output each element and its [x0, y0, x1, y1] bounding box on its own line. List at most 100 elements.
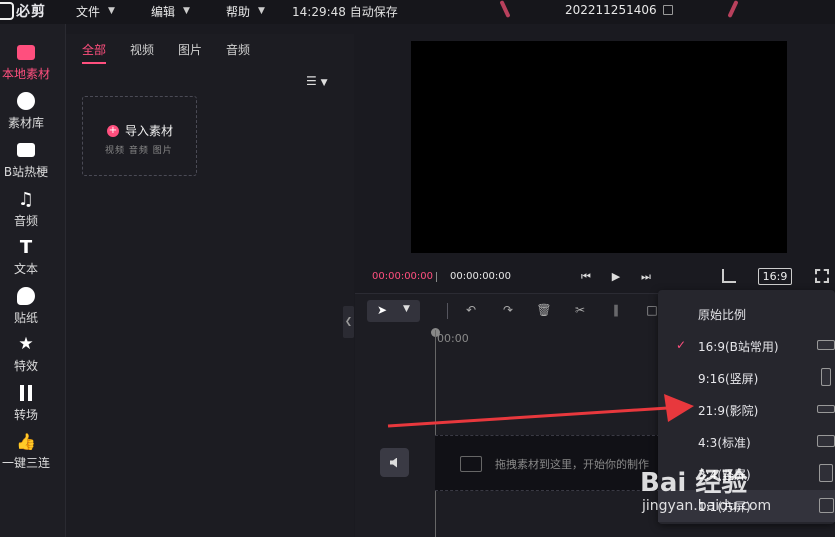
sidebar-item-local-media[interactable]: 本地素材: [0, 42, 52, 82]
sidebar-item-audio[interactable]: ♫ 音频: [0, 189, 52, 229]
ratio-preview-icon: [817, 435, 835, 447]
select-tool-dropdown[interactable]: ➤ ▼: [367, 300, 420, 322]
collapse-panel-button[interactable]: ❮: [343, 306, 354, 338]
sidebar-item-effects[interactable]: ★ 特效: [0, 334, 52, 374]
import-media-card[interactable]: + 导入素材 视频 音频 图片: [82, 96, 197, 176]
sidebar-item-label: 一键三连: [1, 456, 50, 470]
decor-stripe: [727, 0, 739, 19]
drop-hint: 拖拽素材到这里，开始你的制作: [495, 458, 649, 471]
split-icon[interactable]: ∥: [608, 302, 624, 318]
ratio-option-original[interactable]: 原始比例: [658, 298, 835, 330]
plus-icon: +: [107, 124, 119, 137]
sidebar-item-label: 贴纸: [13, 311, 38, 325]
menu-help-label: 帮助: [226, 4, 251, 19]
ratio-preview-icon: [821, 368, 831, 386]
menu-help[interactable]: 帮助 ▼: [226, 2, 265, 20]
prev-frame-icon[interactable]: ⏮: [579, 270, 593, 284]
ratio-option-label: 16:9(B站常用): [698, 340, 779, 354]
ratio-preview-icon: [817, 340, 835, 350]
transition-icon: [16, 383, 36, 403]
aspect-ratio-button[interactable]: 16:9: [758, 268, 792, 285]
filter-button[interactable]: ☰ ▼: [306, 74, 328, 88]
playhead-line: [435, 330, 436, 537]
main-video-track[interactable]: 拖拽素材到这里，开始你的制作: [435, 435, 665, 491]
tab-all[interactable]: 全部: [82, 41, 107, 64]
next-frame-icon[interactable]: ⏭: [639, 270, 653, 284]
fullscreen-icon[interactable]: [815, 269, 829, 283]
star-effect-icon: ★: [18, 334, 34, 354]
sidebar-item-stickers[interactable]: 贴纸: [0, 286, 52, 326]
baidu-watermark: Bai 经验 jingyan.baidu.com: [640, 462, 830, 522]
chevron-down-icon: ▼: [108, 6, 115, 16]
project-name[interactable]: 202211251406: [565, 3, 673, 17]
sidebar-item-material-library[interactable]: 素材库: [0, 91, 52, 131]
check-icon: ✓: [676, 338, 687, 352]
ratio-option-21-9[interactable]: 21:9(影院): [658, 394, 835, 426]
watermark-url: jingyan.baidu.com: [642, 498, 772, 514]
ratio-preview-icon: [817, 405, 835, 413]
delete-icon[interactable]: 🗑: [536, 302, 552, 318]
upload-icon: [16, 42, 36, 62]
video-player[interactable]: [411, 41, 787, 253]
import-label: 导入素材: [125, 124, 174, 138]
toolbar-divider: [447, 303, 448, 319]
cursor-icon: ➤: [377, 303, 388, 317]
speaker-icon: [389, 457, 397, 468]
chevron-down-icon: ▼: [183, 6, 190, 16]
ratio-option-label: 原始比例: [698, 308, 747, 322]
total-timecode: 00:00:00:00: [450, 271, 512, 282]
text-t-icon: T: [19, 236, 33, 258]
sidebar-item-label: 本地素材: [1, 67, 50, 81]
chevron-down-icon: ▼: [320, 78, 328, 88]
ruler-start-label: 00:00: [437, 332, 469, 345]
sidebar-item-label: B站热梗: [3, 165, 49, 179]
tab-video[interactable]: 视频: [130, 41, 154, 64]
sliders-icon: ☰: [306, 74, 317, 88]
sidebar-item-label: 文本: [13, 262, 38, 276]
watermark-brand: Bai 经验: [640, 468, 748, 498]
ratio-option-9-16[interactable]: 9:16(竖屏): [658, 362, 835, 394]
title-bar: 必剪 文件 ▼ 编辑 ▼ 帮助 ▼ 14:29:48 自动保存 20221125…: [0, 0, 835, 24]
current-timecode: 00:00:00:00: [372, 271, 434, 282]
menu-edit[interactable]: 编辑 ▼: [151, 2, 190, 20]
autosave-status: 14:29:48 自动保存: [292, 5, 398, 19]
chevron-down-icon: ▼: [403, 304, 410, 314]
media-panel: 全部 视频 图片 音频 ☰ ▼ + 导入素材 视频 音频 图片: [66, 34, 354, 537]
logo-icon: [0, 2, 14, 20]
media-tabs: 全部 视频 图片 音频: [82, 41, 274, 64]
import-types: 视频 音频 图片: [105, 146, 173, 156]
redo-icon[interactable]: ↷: [500, 302, 516, 318]
undo-icon[interactable]: ↶: [463, 302, 479, 318]
menu-file[interactable]: 文件 ▼: [76, 2, 115, 20]
crop-icon[interactable]: [722, 269, 736, 283]
timecode-divider: [436, 272, 437, 282]
ratio-option-16-9[interactable]: ✓ 16:9(B站常用): [658, 330, 835, 362]
sidebar-item-label: 转场: [13, 408, 38, 422]
track-mute-button[interactable]: [380, 448, 409, 477]
sidebar-item-bilibili-memes[interactable]: B站热梗: [0, 140, 52, 180]
film-icon: [460, 456, 482, 472]
ratio-option-4-3[interactable]: 4:3(标准): [658, 426, 835, 458]
scissors-icon[interactable]: ✂: [572, 302, 588, 318]
import-row: + 导入素材: [107, 122, 173, 139]
sidebar-item-label: 音频: [13, 214, 38, 228]
sidebar-item-text[interactable]: T 文本: [0, 237, 52, 277]
project-name-text: 202211251406: [565, 3, 657, 17]
play-icon[interactable]: ▶: [609, 270, 623, 284]
sidebar-item-transitions[interactable]: 转场: [0, 383, 52, 423]
decor-stripe: [499, 0, 511, 19]
preview-panel: [355, 24, 835, 294]
tab-image[interactable]: 图片: [178, 41, 202, 64]
app-name: 必剪: [16, 4, 46, 20]
music-note-icon: ♫: [17, 188, 35, 210]
menu-edit-label: 编辑: [151, 4, 176, 19]
app-logo: 必剪: [0, 1, 46, 21]
tab-audio[interactable]: 音频: [226, 41, 250, 64]
thumbs-up-icon: 👍: [16, 431, 36, 451]
ratio-option-label: 4:3(标准): [698, 436, 751, 450]
edit-icon[interactable]: [662, 5, 673, 15]
playback-bar: 00:00:00:00 00:00:00:00 ⏮ ▶ ⏭ 16:9: [355, 262, 835, 292]
bilibili-tv-icon: [16, 140, 36, 160]
menu-file-label: 文件: [76, 4, 101, 19]
sidebar-item-triple-like[interactable]: 👍 一键三连: [0, 431, 52, 471]
